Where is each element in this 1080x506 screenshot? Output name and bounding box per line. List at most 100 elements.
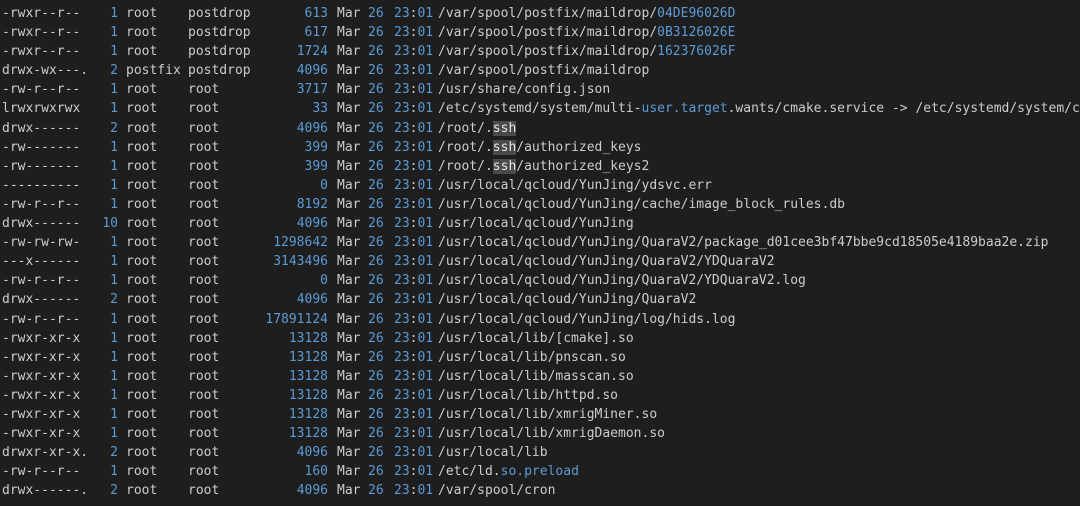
link-count: 10 xyxy=(102,216,118,232)
month: Mar xyxy=(337,254,361,270)
permissions: drwx------ xyxy=(2,216,81,232)
link-count: 1 xyxy=(110,44,118,60)
link-count: 1 xyxy=(110,82,118,98)
day: 26 xyxy=(368,6,384,21)
time-minute: 01 xyxy=(417,120,434,136)
link-count: 2 xyxy=(110,483,118,499)
owner: root xyxy=(126,483,158,499)
path-segment: /etc/ld. xyxy=(438,464,501,480)
file-size: 617 xyxy=(304,25,328,41)
time-hour: 23 xyxy=(394,196,410,212)
month: Mar xyxy=(337,292,361,308)
time-hour: 23 xyxy=(394,406,410,422)
listing-row: -rw------- 1 root root 399 Mar 26 23:01/root/.s… xyxy=(0,157,1080,176)
time: 23:01 xyxy=(394,290,433,309)
time-minute: 01 xyxy=(417,368,434,384)
path-segment: /usr/local/qcloud/YunJing/QuaraV2/YDQuar… xyxy=(438,273,806,289)
listing-row: drwx-wx---. 2 postfix postdrop 4096 Mar 26 23:0… xyxy=(0,61,1080,80)
time: 23:01 xyxy=(394,481,433,500)
owner: root xyxy=(126,368,158,384)
permissions: ---x------ xyxy=(2,254,81,270)
time-minute: 01 xyxy=(417,483,434,499)
time-hour: 23 xyxy=(394,349,410,365)
listing-row: lrwxrwxrwx 1 root root 33 Mar 26 23:01/etc/syst… xyxy=(0,99,1080,118)
group: root xyxy=(188,139,220,155)
file-size: 1724 xyxy=(296,44,328,60)
group: root xyxy=(188,406,220,422)
file-path: /usr/local/lib/httpd.so xyxy=(438,386,618,405)
time: 23:01 xyxy=(394,367,433,386)
month: Mar xyxy=(337,139,361,155)
time: 23:01 xyxy=(394,405,433,424)
permissions: -rw-r--r-- xyxy=(2,464,81,480)
group: root xyxy=(188,216,220,232)
listing-row: ---------- 1 root root 0 Mar 26 23:01/usr/local… xyxy=(0,176,1080,195)
month: Mar xyxy=(337,63,361,79)
time-minute: 01 xyxy=(417,158,434,174)
time: 23:01 xyxy=(394,424,433,443)
month: Mar xyxy=(337,216,361,232)
time: 23:01 xyxy=(394,138,433,157)
link-count: 1 xyxy=(110,254,118,270)
path-segment: /usr/local/lib/pnscan.so xyxy=(438,349,626,365)
time-hour: 23 xyxy=(394,177,410,193)
time-hour: 23 xyxy=(394,464,410,480)
file-size: 8192 xyxy=(296,196,328,212)
month: Mar xyxy=(337,349,361,365)
file-size: 13128 xyxy=(288,387,328,403)
link-count: 1 xyxy=(110,235,118,251)
permissions: -rw-r--r-- xyxy=(2,196,81,212)
file-path: /usr/local/qcloud/YunJing/ydsvc.err xyxy=(438,176,712,195)
time-hour: 23 xyxy=(394,101,410,117)
permissions: -rwxr-xr-x xyxy=(2,349,81,365)
permissions: -rw-r--r-- xyxy=(2,273,81,289)
file-path: /usr/local/lib/masscan.so xyxy=(438,367,634,386)
file-size: 4096 xyxy=(296,216,328,232)
permissions: -rwxr-xr-x xyxy=(2,426,81,442)
time: 23:01 xyxy=(394,214,433,233)
file-size: 399 xyxy=(304,139,328,155)
day: 26 xyxy=(368,445,384,461)
file-path: /usr/local/qcloud/YunJing/QuaraV2/packag… xyxy=(438,233,1048,252)
month: Mar xyxy=(337,483,361,499)
month: Mar xyxy=(337,6,361,21)
day: 26 xyxy=(368,196,384,212)
owner: root xyxy=(126,177,158,193)
path-segment: /usr/local/qcloud/YunJing/QuaraV2 xyxy=(438,292,697,308)
link-count: 1 xyxy=(110,25,118,41)
permissions: drwx------ xyxy=(2,292,81,308)
owner: root xyxy=(126,120,158,136)
file-size: 4096 xyxy=(296,483,328,499)
owner: root xyxy=(126,311,158,327)
time-minute: 01 xyxy=(417,330,434,346)
time-minute: 01 xyxy=(417,387,434,403)
link-count: 1 xyxy=(110,177,118,193)
file-path: /usr/local/lib/pnscan.so xyxy=(438,348,626,367)
time: 23:01 xyxy=(394,157,433,176)
time: 23:01 xyxy=(394,23,433,42)
time-hour: 23 xyxy=(394,273,410,289)
time-minute: 01 xyxy=(417,349,434,365)
file-path: /etc/ld.so.preload xyxy=(438,462,579,481)
terminal-output[interactable]: -rwxr--r-- 1 root postdrop 613 Mar 26 23:01/var… xyxy=(0,0,1080,506)
group: root xyxy=(188,292,220,308)
listing-row: -rw-r--r-- 1 root root 17891124 Mar 26 23:01/us… xyxy=(0,310,1080,329)
group: root xyxy=(188,330,220,346)
listing-row: drwxr-xr-x. 2 root root 4096 Mar 26 23:01/usr/l… xyxy=(0,443,1080,462)
time-minute: 01 xyxy=(417,6,434,21)
permissions: ---------- xyxy=(2,177,81,193)
time-hour: 23 xyxy=(394,44,410,60)
time-minute: 01 xyxy=(417,254,434,270)
day: 26 xyxy=(368,82,384,98)
file-path: /usr/local/qcloud/YunJing/log/hids.log xyxy=(438,310,735,329)
time: 23:01 xyxy=(394,310,433,329)
time: 23:01 xyxy=(394,4,433,23)
month: Mar xyxy=(337,25,361,41)
permissions: drwxr-xr-x. xyxy=(2,445,89,461)
time-hour: 23 xyxy=(394,426,410,442)
owner: root xyxy=(126,292,158,308)
time: 23:01 xyxy=(394,271,433,290)
time-hour: 23 xyxy=(394,139,410,155)
time: 23:01 xyxy=(394,195,433,214)
file-size: 1298642 xyxy=(273,235,328,251)
